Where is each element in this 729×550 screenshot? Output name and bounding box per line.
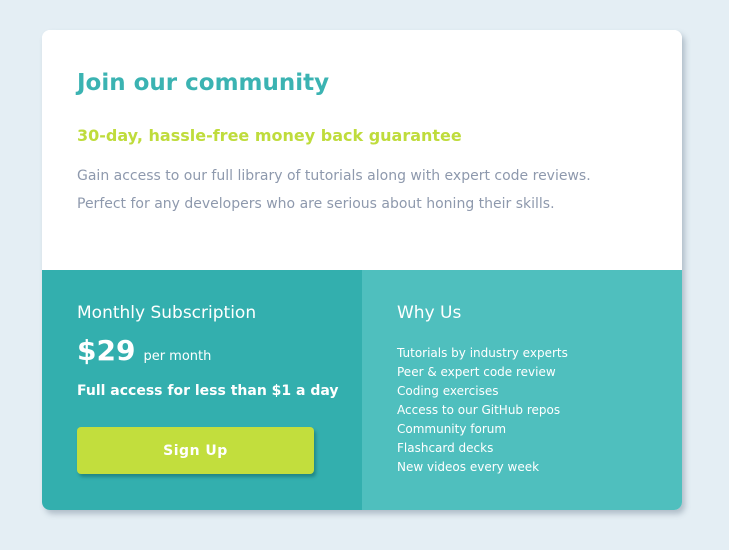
description-line: Gain access to our full library of tutor… (77, 168, 591, 184)
subscription-panel: Monthly Subscription $29 per month Full a… (42, 270, 362, 510)
pricing-card: Join our community 30-day, hassle-free m… (42, 30, 682, 510)
why-us-panel: Why Us Tutorials by industry experts Pee… (362, 270, 682, 510)
description: Gain access to our full library of tutor… (77, 162, 657, 218)
list-item: Tutorials by industry experts (397, 346, 568, 360)
price-period: per month (143, 349, 212, 364)
why-us-title: Why Us (397, 303, 462, 323)
subscription-title: Monthly Subscription (77, 303, 257, 323)
why-us-list: Tutorials by industry experts Peer & exp… (397, 344, 568, 477)
price: $29 (77, 334, 136, 367)
price-row: $29 per month (77, 334, 211, 367)
description-line: Perfect for any developers who are serio… (77, 196, 555, 212)
guarantee-subtitle: 30-day, hassle-free money back guarantee (77, 126, 462, 145)
list-item: Flashcard decks (397, 441, 494, 455)
page-title: Join our community (77, 70, 330, 96)
community-section: Join our community 30-day, hassle-free m… (42, 30, 682, 270)
sign-up-button[interactable]: Sign Up (77, 427, 314, 474)
list-item: Community forum (397, 422, 507, 436)
list-item: Peer & expert code review (397, 365, 556, 379)
list-item: New videos every week (397, 460, 540, 474)
list-item: Coding exercises (397, 384, 499, 398)
subscription-tagline: Full access for less than $1 a day (77, 383, 339, 399)
list-item: Access to our GitHub repos (397, 403, 561, 417)
